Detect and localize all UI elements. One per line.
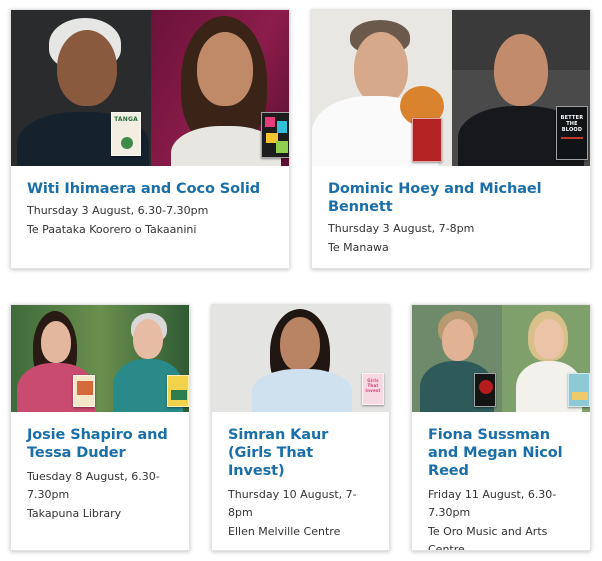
book-cover: BETTER THE BLOOD — [556, 106, 588, 160]
book-cover: Girls That Invest — [362, 373, 384, 405]
event-title-link[interactable]: Dominic Hoey and Michael Bennett — [328, 180, 574, 216]
event-venue: Ellen Melville Centre — [228, 525, 341, 538]
event-card[interactable]: Girls That Invest Simran Kaur (Girls Tha… — [211, 304, 390, 551]
author-photo: TANGA — [11, 10, 151, 166]
book-cover: TANGA — [111, 112, 141, 156]
book-cover — [261, 112, 289, 158]
event-date: Thursday 10 August, 7-8pm — [228, 488, 357, 519]
event-card[interactable]: TANGA Witi Ihimaera and Coco Solid Thurs… — [10, 9, 290, 269]
event-title-link[interactable]: Witi Ihimaera and Coco Solid — [27, 180, 273, 198]
book-cover — [474, 373, 496, 407]
author-photo — [412, 305, 502, 412]
event-title-link[interactable]: Fiona Sussman and Megan Nicol Reed — [428, 426, 575, 480]
event-venue: Takapuna Library — [27, 507, 122, 520]
author-photo — [312, 10, 452, 166]
author-photo — [151, 10, 289, 166]
event-image[interactable]: BETTER THE BLOOD — [312, 10, 590, 166]
book-cover — [167, 375, 189, 407]
author-photo: Girls That Invest — [212, 305, 389, 412]
event-title-link[interactable]: Simran Kaur (Girls That Invest) — [228, 426, 374, 480]
event-venue: Te Oro Music and Arts Centre — [428, 525, 548, 551]
event-date: Friday 11 August, 6.30-7.30pm — [428, 488, 557, 519]
author-photo: BETTER THE BLOOD — [452, 10, 590, 166]
book-cover — [73, 375, 95, 407]
book-cover — [412, 118, 442, 162]
event-title-link[interactable]: Josie Shapiro and Tessa Duder — [27, 426, 174, 462]
author-photo — [502, 305, 590, 412]
event-image[interactable] — [412, 305, 590, 412]
author-photo — [101, 305, 189, 412]
event-card[interactable]: Josie Shapiro and Tessa Duder Tuesday 8 … — [10, 304, 190, 551]
event-venue: Te Paataka Koorero o Takaanini — [27, 223, 197, 236]
book-cover — [568, 373, 590, 407]
event-date: Tuesday 8 August, 6.30-7.30pm — [27, 470, 160, 501]
event-date: Thursday 3 August, 6.30-7.30pm — [27, 204, 209, 217]
event-venue: Te Manawa — [328, 241, 389, 254]
event-image[interactable] — [11, 305, 189, 412]
event-date: Thursday 3 August, 7-8pm — [328, 222, 475, 235]
event-image[interactable]: Girls That Invest — [212, 305, 389, 412]
event-card[interactable]: Fiona Sussman and Megan Nicol Reed Frida… — [411, 304, 591, 551]
author-photo — [11, 305, 101, 412]
event-image[interactable]: TANGA — [11, 10, 289, 166]
event-card[interactable]: BETTER THE BLOOD Dominic Hoey and Michae… — [311, 9, 591, 269]
